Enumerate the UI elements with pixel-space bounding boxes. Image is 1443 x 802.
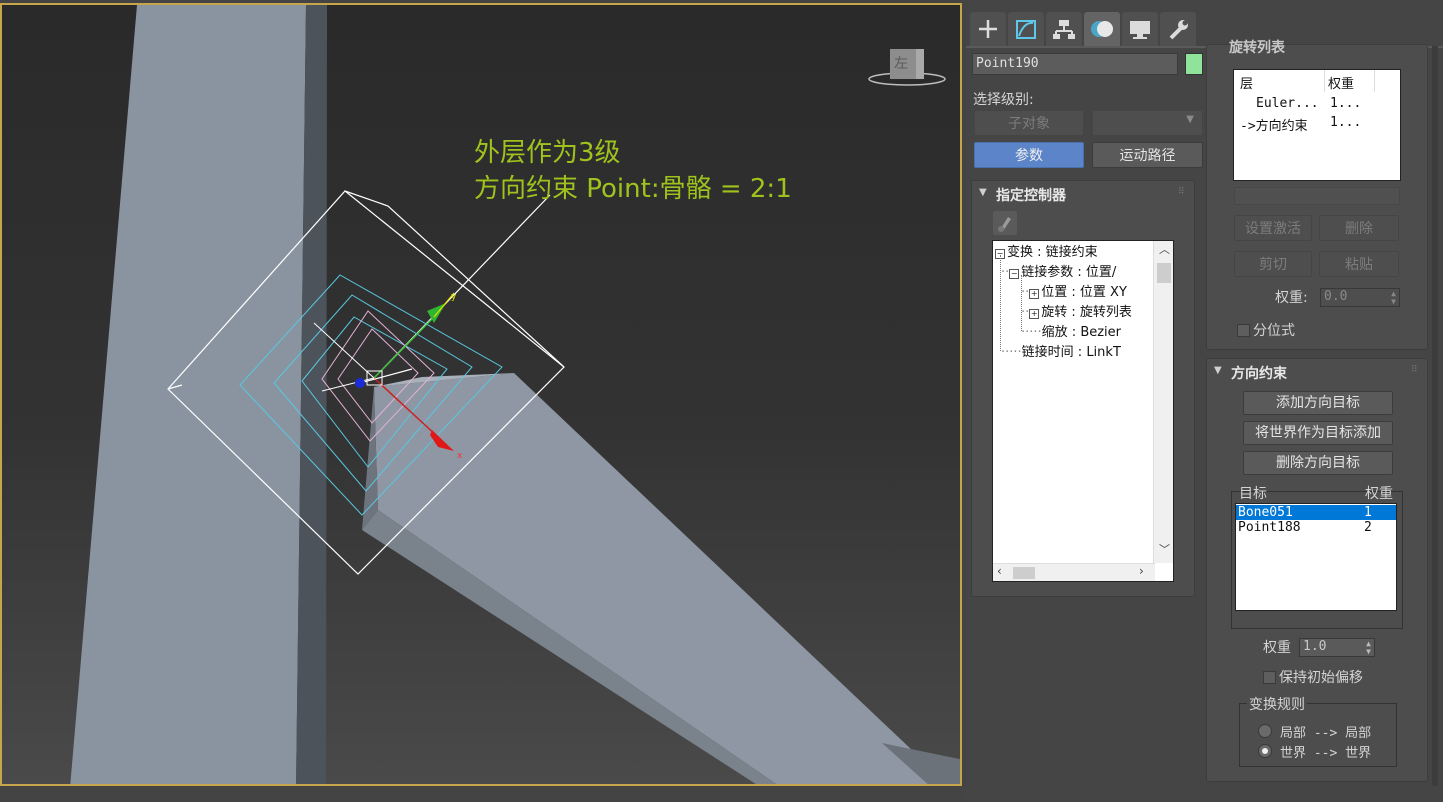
col-target-header: 目标 (1239, 486, 1267, 502)
panel-scrollbar[interactable] (1432, 46, 1438, 786)
spinner-arrows-icon[interactable]: ▲ ▼ (1366, 640, 1371, 656)
rollout-collapse-icon[interactable]: ▼ (1214, 365, 1222, 376)
list-item-weight: 1... (1330, 96, 1362, 111)
modify-icon (1016, 20, 1036, 39)
delete-button[interactable]: 删除 (1319, 215, 1399, 241)
chevron-down-icon[interactable]: ﹀ (1159, 541, 1170, 557)
viewport-scene: y x (70, 5, 960, 784)
tree-item-scale[interactable]: ·····缩放 : Bezier (1021, 321, 1121, 340)
tree-item-position[interactable]: ·· + 位置 : 位置 XY (1021, 281, 1127, 300)
object-name-field[interactable]: Point190 (972, 53, 1178, 75)
viewport[interactable]: y x 左 外层作为3级 方向约束 Point:骨骼 = 2:1 (0, 3, 962, 786)
weight-spinner[interactable]: 1.0 ▲ ▼ (1299, 638, 1375, 657)
average-label: 分位式 (1253, 323, 1295, 339)
weight-label: 权重 (1263, 640, 1291, 656)
rule-world-radio[interactable] (1258, 744, 1272, 758)
tab-create[interactable] (970, 12, 1006, 46)
object-color-swatch[interactable] (1185, 53, 1203, 75)
chevron-up-icon[interactable]: ︿ (1159, 241, 1170, 257)
rule-local-radio[interactable] (1258, 724, 1272, 738)
col-layer-header: 层 (1240, 77, 1254, 92)
utilities-wrench-icon (1169, 20, 1188, 40)
rollout-grip-icon: ⠿ (1178, 187, 1185, 197)
chevron-down-icon: ▼ (1186, 114, 1194, 125)
create-plus-icon (979, 20, 997, 38)
col-weight-header: 权重 (1328, 77, 1355, 92)
selection-level-label: 选择级别: (973, 92, 1034, 108)
chevron-left-icon[interactable]: ‹ (997, 564, 1002, 578)
average-checkbox[interactable] (1237, 324, 1250, 337)
chevron-right-icon[interactable]: › (1139, 564, 1144, 578)
svg-text:x: x (457, 451, 463, 461)
sub-object-dropdown[interactable]: ▼ (1092, 110, 1203, 136)
add-world-target-button[interactable]: 将世界作为目标添加 (1243, 421, 1393, 445)
list-item-layer[interactable]: ->方向约束 (1240, 115, 1308, 134)
weight-label: 权重: (1275, 290, 1308, 306)
motion-paths-button[interactable]: 运动路径 (1092, 142, 1203, 168)
motion-icon (1091, 21, 1113, 37)
orientation-constraint-rollout: ▼ 方向约束 ⠿ 添加方向目标 将世界作为目标添加 删除方向目标 目标 权重 B… (1206, 358, 1428, 782)
assign-controller-button[interactable] (993, 211, 1017, 235)
assign-controller-title: 指定控制器 (996, 188, 1066, 204)
tree-hscrollbar[interactable]: ‹ › (993, 563, 1155, 581)
tab-motion[interactable] (1084, 12, 1120, 46)
col-weight-header: 权重 (1365, 486, 1393, 502)
display-icon (1130, 21, 1150, 39)
cut-button[interactable]: 剪切 (1234, 251, 1312, 277)
rule-world-label: 世界 --> 世界 (1280, 746, 1372, 761)
parameters-button[interactable]: 参数 (974, 142, 1084, 168)
tab-utilities[interactable] (1160, 12, 1196, 46)
paste-button[interactable]: 粘贴 (1319, 251, 1399, 277)
rotation-list-rollout: 旋转列表 层 权重 Euler... 1... ->方向约束 1... 设置激活… (1206, 40, 1428, 350)
target-list[interactable]: Bone051 1 Point188 2 (1235, 503, 1397, 611)
svg-text:y: y (451, 292, 457, 302)
spinner-arrows-icon[interactable]: ▲ ▼ (1391, 290, 1396, 306)
assign-controller-icon (998, 217, 1011, 232)
command-panel: Point190 选择级别: 子对象 ▼ 参数 运动路径 ▼ 指定控制器 ⠿ −… (966, 0, 1443, 802)
tree-item-rotation[interactable]: ·· + 旋转 : 旋转列表 (1021, 301, 1132, 320)
rule-local-label: 局部 --> 局部 (1280, 726, 1372, 741)
list-item-target[interactable]: Bone051 1 (1236, 505, 1396, 520)
delete-orientation-target-button[interactable]: 删除方向目标 (1243, 451, 1393, 475)
transform-rule-title: 变换规则 (1247, 694, 1307, 714)
add-orientation-target-button[interactable]: 添加方向目标 (1243, 391, 1393, 415)
assign-controller-rollout: ▼ 指定控制器 ⠿ − 变换 : 链接约束 ·· − 链接参数 : 位置/ ·· + 位置… (971, 180, 1195, 597)
rotation-list-box[interactable]: 层 权重 Euler... 1... ->方向约束 1... (1233, 69, 1401, 181)
list-item-weight: 1... (1330, 115, 1362, 130)
tree-vscroll-thumb[interactable] (1157, 263, 1171, 283)
layer-name-field[interactable] (1234, 187, 1400, 205)
tree-hscroll-thumb[interactable] (1013, 567, 1035, 579)
sub-object-button[interactable]: 子对象 (974, 110, 1084, 136)
orientation-constraint-title: 方向约束 (1231, 366, 1287, 382)
annotation-line-1: 外层作为3级 (474, 138, 621, 168)
rotation-list-title: 旋转列表 (1229, 40, 1285, 56)
tree-item-transform[interactable]: − 变换 : 链接约束 (995, 241, 1098, 260)
keep-initial-offset-label: 保持初始偏移 (1279, 670, 1363, 686)
set-active-button[interactable]: 设置激活 (1234, 215, 1312, 241)
rollout-grip-icon: ⠿ (1411, 365, 1418, 375)
tree-vscrollbar[interactable]: ︿ ﹀ (1153, 241, 1173, 563)
annotation-line-2: 方向约束 Point:骨骼 = 2:1 (474, 174, 792, 204)
list-item-layer[interactable]: Euler... (1256, 96, 1319, 111)
tree-item-link-time[interactable]: ·····链接时间 : LinkT (1001, 341, 1121, 360)
tab-display[interactable] (1122, 12, 1158, 46)
tab-hierarchy[interactable] (1046, 12, 1082, 46)
weight-spinner[interactable]: 0.0 ▲ ▼ (1320, 288, 1400, 307)
controller-tree[interactable]: − 变换 : 链接约束 ·· − 链接参数 : 位置/ ·· + 位置 : 位置 XY ·… (992, 240, 1174, 582)
viewcube-label: 左 (894, 56, 908, 72)
vertical-bone (70, 5, 306, 784)
hierarchy-icon (1053, 20, 1075, 39)
rollout-collapse-icon[interactable]: ▼ (979, 187, 987, 198)
list-item-target[interactable]: Point188 2 (1236, 520, 1396, 535)
keep-initial-offset-checkbox[interactable] (1263, 671, 1276, 684)
tab-modify[interactable] (1008, 12, 1044, 46)
tree-item-link-params[interactable]: ·· − 链接参数 : 位置/ (1001, 261, 1116, 280)
